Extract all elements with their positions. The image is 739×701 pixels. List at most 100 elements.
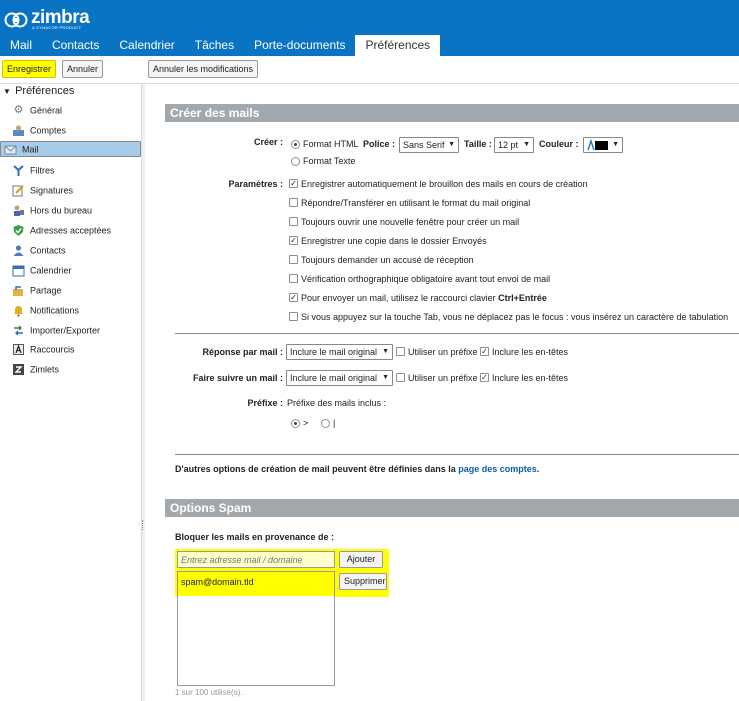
font-select[interactable]: Sans Serif ▼ — [399, 137, 459, 153]
splitter-grip-icon[interactable] — [142, 520, 144, 530]
chevron-down-icon: ▼ — [382, 374, 389, 381]
chevron-down-icon: ▼ — [523, 141, 530, 148]
accounts-page-link[interactable]: page des comptes — [458, 464, 537, 474]
tab-contacts[interactable]: Contacts — [42, 35, 109, 56]
forward-headers-checkbox[interactable]: ✓ — [480, 373, 489, 382]
sidebar-item-out-of-office[interactable]: Hors du bureau — [0, 201, 141, 219]
sidebar-item-label: Importer/Exporter — [30, 325, 101, 336]
sidebar-item-label: Notifications — [30, 305, 80, 316]
spam-list-item[interactable]: spam@domain.tld — [178, 572, 334, 596]
option-new-window-label: Toujours ouvrir une nouvelle fenêtre pou… — [301, 217, 520, 227]
prefix-pipe-label: | — [333, 418, 336, 428]
divider — [175, 454, 739, 455]
sidebar-item-signatures[interactable]: Signatures — [0, 181, 141, 199]
option-tab-key-checkbox[interactable] — [289, 312, 298, 321]
panel-splitter[interactable] — [141, 84, 145, 701]
option-ctrl-enter-checkbox[interactable]: ✓ — [289, 293, 298, 302]
option-read-receipt-checkbox[interactable] — [289, 255, 298, 264]
tab-preferences[interactable]: Préférences — [355, 35, 441, 56]
prefix-gt-label: > — [303, 418, 309, 428]
reply-headers-checkbox[interactable]: ✓ — [480, 347, 489, 356]
option-spellcheck-checkbox[interactable] — [289, 274, 298, 283]
sidebar-item-sharing[interactable]: Partage — [0, 281, 141, 299]
sidebar-item-zimlets[interactable]: Zimlets — [0, 360, 141, 378]
option-save-sent-checkbox[interactable]: ✓ — [289, 236, 298, 245]
sidebar-root[interactable]: ▼ Préférences — [3, 85, 74, 97]
add-button[interactable]: Ajouter — [339, 551, 383, 568]
forward-prefix-checkbox[interactable] — [396, 373, 405, 382]
spam-address-input[interactable] — [177, 551, 335, 568]
sidebar-item-label: Raccourcis — [30, 344, 75, 355]
sidebar-item-filters[interactable]: Filtres — [0, 161, 141, 179]
remove-button[interactable]: Supprimer — [339, 573, 387, 590]
footer-text: D'autres options de création de mail peu… — [175, 464, 456, 474]
option-save-sent-label: Enregistrer une copie dans le dossier En… — [301, 236, 487, 246]
option-new-window-checkbox[interactable] — [289, 217, 298, 226]
sidebar-item-general[interactable]: ⚙ Général — [0, 101, 141, 119]
chevron-down-icon: ▼ — [448, 141, 455, 148]
prefix-gt-radio[interactable] — [291, 419, 300, 428]
chevron-down-icon: ▼ — [612, 141, 619, 148]
option-tab-key-label: Si vous appuyez sur la touche Tab, vous … — [301, 312, 729, 322]
sidebar-item-trusted-addresses[interactable]: Adresses acceptées — [0, 221, 141, 239]
sidebar-item-contacts[interactable]: Contacts — [0, 241, 141, 259]
toolbar: Enregistrer Annuler Annuler les modifica… — [0, 56, 739, 84]
size-label: Taille : — [464, 139, 492, 149]
sidebar-item-label: Zimlets — [30, 364, 59, 375]
revert-changes-button[interactable]: Annuler les modifications — [148, 60, 259, 78]
color-picker[interactable]: ▼ — [583, 137, 623, 153]
reply-prefix-checkbox[interactable] — [396, 347, 405, 356]
params-label: Paramètres : — [228, 179, 283, 189]
sidebar-item-import-export[interactable]: Importer/Exporter — [0, 321, 141, 339]
forward-select[interactable]: Inclure le mail original ▼ — [286, 370, 393, 386]
format-html-radio[interactable] — [291, 140, 300, 149]
zimbra-logo: zimbra A SYNACOR PRODUCT — [4, 7, 90, 31]
create-label: Créer : — [253, 137, 283, 147]
block-from-label: Bloquer les mails en provenance de : — [175, 532, 335, 542]
footer-end: . — [536, 464, 540, 474]
prefix-pipe-radio[interactable] — [321, 419, 330, 428]
tab-tasks[interactable]: Tâches — [185, 35, 244, 56]
shield-check-icon — [12, 224, 25, 237]
share-icon — [12, 284, 25, 297]
sidebar-item-calendar[interactable]: Calendrier — [0, 261, 141, 279]
sidebar-item-label: Filtres — [30, 165, 55, 176]
tab-calendar[interactable]: Calendrier — [109, 35, 184, 56]
save-button[interactable]: Enregistrer — [2, 60, 57, 78]
sidebar-root-label: Préférences — [15, 85, 75, 97]
size-select[interactable]: 12 pt ▼ — [494, 137, 534, 153]
tab-mail[interactable]: Mail — [0, 35, 42, 56]
bell-icon — [12, 304, 25, 317]
mail-icon — [4, 143, 17, 156]
forward-prefix-label: Utiliser un préfixe — [408, 373, 478, 383]
import-export-icon — [12, 324, 25, 337]
prefix-description: Préfixe des mails inclus : — [287, 398, 387, 408]
gear-icon: ⚙ — [13, 104, 24, 117]
zimlet-icon — [12, 363, 25, 376]
sidebar-item-shortcuts[interactable]: Raccourcis — [0, 340, 141, 358]
sidebar-item-mail[interactable]: Mail — [0, 141, 141, 157]
sidebar-item-notifications[interactable]: Notifications — [0, 301, 141, 319]
sidebar-item-label: Contacts — [30, 245, 66, 256]
option-spellcheck-label: Vérification orthographique obligatoire … — [301, 274, 551, 284]
preferences-content: Créer des mails Créer : Format HTML Poli… — [146, 84, 739, 701]
accounts-icon — [12, 124, 25, 137]
sidebar-item-accounts[interactable]: Comptes — [0, 121, 141, 139]
collapse-triangle-icon[interactable]: ▼ — [3, 87, 12, 96]
app-tabs: Mail Contacts Calendrier Tâches Porte-do… — [0, 35, 441, 56]
option-ctrl-enter-text: Pour envoyer un mail, utilisez le raccou… — [301, 293, 496, 303]
reply-select[interactable]: Inclure le mail original ▼ — [286, 344, 393, 360]
compose-footer-note: D'autres options de création de mail peu… — [175, 464, 539, 474]
option-autosave-checkbox[interactable]: ✓ — [289, 179, 298, 188]
cancel-button[interactable]: Annuler — [62, 60, 104, 78]
reply-headers-label: Inclure les en-têtes — [492, 347, 569, 357]
font-label: Police : — [363, 139, 396, 149]
out-of-office-icon — [12, 204, 25, 217]
spam-section-header: Options Spam — [165, 499, 739, 517]
option-autosave-label: Enregistrer automatiquement le brouillon… — [301, 179, 588, 189]
sidebar-item-label: Adresses acceptées — [30, 225, 112, 236]
app-window: zimbra A SYNACOR PRODUCT Mail Contacts C… — [0, 0, 739, 701]
format-text-radio[interactable] — [291, 157, 300, 166]
option-reply-format-checkbox[interactable] — [289, 198, 298, 207]
tab-briefcase[interactable]: Porte-documents — [244, 35, 355, 56]
